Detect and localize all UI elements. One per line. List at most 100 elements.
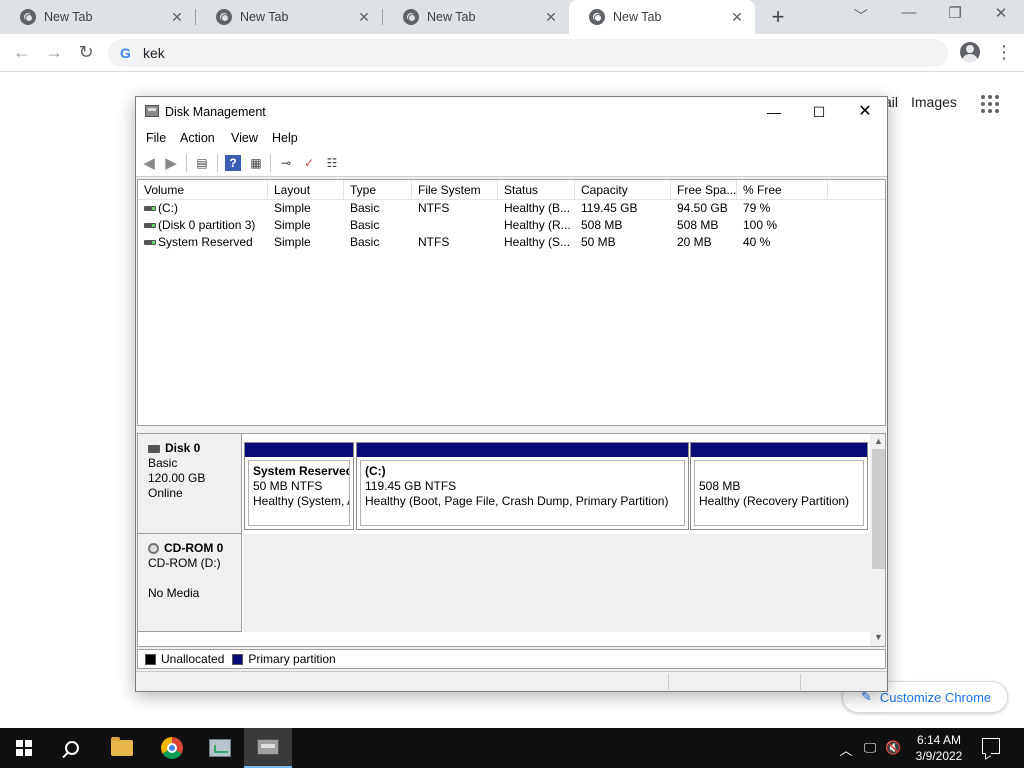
column-header-layout[interactable]: Layout: [268, 180, 344, 200]
checklist-icon[interactable]: ✓: [301, 155, 317, 171]
google-apps-grid-icon[interactable]: [981, 95, 999, 113]
forward-arrow-icon[interactable]: →: [43, 41, 65, 63]
partition-recovery[interactable]: 508 MB Healthy (Recovery Partition): [690, 442, 868, 530]
cd-rom-icon: [148, 543, 159, 554]
browser-tab[interactable]: New Tab ✕: [383, 0, 569, 34]
table-row[interactable]: System Reserved Simple Basic NTFS Health…: [138, 234, 885, 251]
network-icon[interactable]: 🖵: [862, 740, 878, 756]
address-bar[interactable]: G kek: [108, 39, 948, 67]
partition-c-drive[interactable]: (C:) 119.45 GB NTFS Healthy (Boot, Page …: [356, 442, 689, 530]
disk-0-label[interactable]: Disk 0 Basic 120.00 GB Online: [138, 434, 242, 534]
back-arrow-icon[interactable]: ←: [11, 41, 33, 63]
partition-size: 119.45 GB NTFS: [365, 479, 457, 493]
close-tab-icon[interactable]: ✕: [729, 9, 745, 25]
volume-list[interactable]: Volume Layout Type File System Status Ca…: [137, 179, 886, 426]
notification-center-icon[interactable]: [982, 738, 1000, 754]
column-header-free-space[interactable]: Free Spa...: [671, 180, 737, 200]
window-titlebar[interactable]: Disk Management — ☐ ✕: [136, 97, 887, 127]
server-manager-icon: [209, 739, 231, 757]
profile-avatar-icon[interactable]: [960, 42, 980, 62]
volume-list-header: Volume Layout Type File System Status Ca…: [138, 180, 885, 200]
menu-action[interactable]: Action: [180, 131, 215, 145]
primary-partition-swatch: [232, 653, 244, 665]
menu-view[interactable]: View: [231, 131, 258, 145]
partition-system-reserved[interactable]: System Reserved 50 MB NTFS Healthy (Syst…: [244, 442, 354, 530]
menu-help[interactable]: Help: [272, 131, 298, 145]
cell-capacity: 119.45 GB: [581, 201, 638, 215]
cell-volume: System Reserved: [158, 235, 253, 249]
toolbar-separator: [270, 154, 271, 172]
partition-body: 508 MB Healthy (Recovery Partition): [694, 460, 864, 526]
vertical-scrollbar[interactable]: ▲ ▼: [870, 434, 885, 646]
restore-icon[interactable]: ❐: [943, 4, 967, 22]
system-clock[interactable]: 6:14 AM 3/9/2022: [906, 732, 972, 764]
menu-bar: File Action View Help: [136, 127, 887, 149]
cell-volume: (Disk 0 partition 3): [158, 218, 256, 232]
column-header-percent-free[interactable]: % Free: [737, 180, 828, 200]
show-hidden-icons-chevron-icon[interactable]: ︿: [838, 740, 854, 759]
show-hide-console-tree-icon[interactable]: ▤: [194, 155, 210, 171]
partition-size: 508 MB: [699, 479, 741, 493]
connect-disk-icon[interactable]: ⊸: [278, 155, 294, 171]
column-header-file-system[interactable]: File System: [412, 180, 498, 200]
cell-free-space: 94.50 GB: [677, 201, 728, 215]
chrome-favicon-icon: [589, 9, 605, 25]
file-explorer-button[interactable]: [98, 728, 146, 768]
browser-tab[interactable]: New Tab ✕: [196, 0, 382, 34]
properties-icon[interactable]: ▦: [248, 155, 264, 171]
column-header-status[interactable]: Status: [498, 180, 575, 200]
scroll-up-arrow-icon[interactable]: ▲: [870, 434, 885, 448]
cell-layout: Simple: [274, 218, 311, 232]
help-icon[interactable]: ?: [225, 155, 241, 171]
start-button[interactable]: [0, 728, 48, 768]
tab-search-chevron-icon[interactable]: ﹀: [854, 6, 868, 26]
new-tab-plus-icon[interactable]: +: [766, 5, 790, 29]
cell-capacity: 508 MB: [581, 218, 623, 232]
close-window-icon[interactable]: ✕: [989, 4, 1013, 22]
close-tab-icon[interactable]: ✕: [356, 9, 372, 25]
table-row[interactable]: (C:) Simple Basic NTFS Healthy (B... 119…: [138, 200, 885, 217]
scroll-down-arrow-icon[interactable]: ▼: [870, 630, 885, 644]
table-row[interactable]: (Disk 0 partition 3) Simple Basic Health…: [138, 217, 885, 234]
forward-icon[interactable]: ▶: [163, 155, 179, 172]
maximize-icon[interactable]: ☐: [796, 101, 842, 123]
back-icon[interactable]: ◀: [141, 155, 157, 172]
partition-title: System Reserved: [253, 464, 350, 478]
partition-status: Healthy (System, A: [253, 494, 350, 508]
column-header-type[interactable]: Type: [344, 180, 412, 200]
chrome-favicon-icon: [20, 9, 36, 25]
cell-type: Basic: [350, 201, 380, 215]
chrome-favicon-icon: [403, 9, 419, 25]
chrome-taskbar-button[interactable]: [148, 728, 196, 768]
volume-muted-icon[interactable]: 🔇: [885, 740, 901, 756]
close-tab-icon[interactable]: ✕: [169, 9, 185, 25]
status-separator: [668, 674, 669, 690]
images-link[interactable]: Images: [911, 94, 957, 110]
chrome-favicon-icon: [216, 9, 232, 25]
scrollbar-thumb[interactable]: [872, 449, 885, 569]
disk-management-icon: [257, 739, 279, 755]
column-header-capacity[interactable]: Capacity: [575, 180, 671, 200]
server-manager-button[interactable]: [196, 728, 244, 768]
window-title: Disk Management: [165, 105, 266, 119]
menu-file[interactable]: File: [146, 131, 166, 145]
disk-management-taskbar-button[interactable]: [244, 728, 292, 768]
cdrom-empty-area[interactable]: [243, 534, 870, 632]
google-g-icon: G: [120, 45, 131, 61]
search-button[interactable]: [48, 728, 96, 768]
column-header-volume[interactable]: Volume: [138, 180, 268, 200]
cdrom-media-state: No Media: [148, 586, 200, 600]
disk-size: 120.00 GB: [148, 471, 206, 485]
cdrom-0-label[interactable]: CD-ROM 0 CD-ROM (D:) No Media: [138, 534, 242, 632]
close-icon[interactable]: ✕: [842, 101, 888, 123]
browser-tab[interactable]: New Tab ✕: [0, 0, 195, 34]
settings-panel-icon[interactable]: ☷: [324, 155, 340, 171]
chrome-menu-kebab-icon[interactable]: ⋮: [995, 41, 1013, 63]
browser-tab-active[interactable]: New Tab ✕: [569, 0, 755, 34]
cell-capacity: 50 MB: [581, 235, 616, 249]
close-tab-icon[interactable]: ✕: [543, 9, 559, 25]
minimize-icon[interactable]: —: [751, 101, 797, 123]
hard-disk-icon: [148, 444, 160, 453]
minimize-icon[interactable]: —: [897, 4, 921, 21]
reload-icon[interactable]: ↻: [75, 41, 97, 63]
